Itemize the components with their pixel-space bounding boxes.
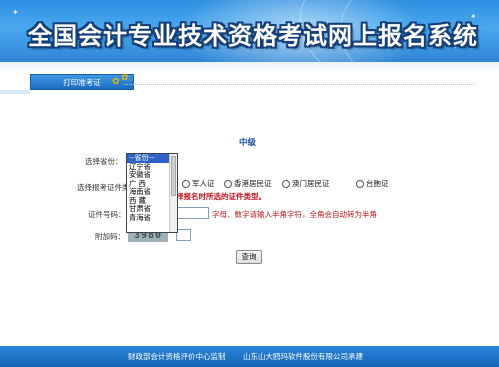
query-button[interactable]: 查询 xyxy=(236,250,262,264)
province-dropdown-list[interactable]: --省份-- 辽宁省 安徽省 广 西 海南省 西 藏 甘肃省 青海省 xyxy=(126,153,178,233)
id-number-hint: 字母、数字请输入半角字符，全角会自动转为半角 xyxy=(212,210,377,219)
radio-button[interactable] xyxy=(282,179,290,188)
divider xyxy=(124,84,474,85)
radio-taiwan-id[interactable]: 台胞证 xyxy=(356,178,389,189)
radio-label: 澳门居民证 xyxy=(292,179,330,188)
system-title: 全国会计专业技术资格考试网上报名系统 xyxy=(28,21,478,50)
radio-label: 香港居民证 xyxy=(234,179,272,188)
radio-macau-id[interactable]: 澳门居民证 xyxy=(282,178,330,189)
sparkle-icon: ✦ xyxy=(12,8,19,17)
radio-button[interactable] xyxy=(182,179,190,188)
footer: 财政部会计资格评价中心监制 山东山大鸥玛软件股份有限公司承建 xyxy=(0,346,499,367)
captcha-input[interactable] xyxy=(176,229,191,241)
nav-strip xyxy=(0,62,499,72)
radio-button[interactable] xyxy=(224,179,232,188)
province-label: 选择省份： xyxy=(85,157,123,166)
id-type-warning: 择报名时所选的证件类型。 xyxy=(176,192,266,201)
star-icon: ✿ xyxy=(121,73,129,83)
exam-level-title: 中级 xyxy=(239,138,257,148)
radio-button[interactable] xyxy=(356,179,364,188)
radio-military-id[interactable]: 军人证 xyxy=(182,178,215,189)
radio-label: 军人证 xyxy=(192,179,215,188)
dropdown-scrollbar[interactable] xyxy=(169,154,177,232)
header-banner: ✦ ✦ ✧ 全国会计专业技术资格考试网上报名系统 xyxy=(0,0,499,62)
id-number-label: 证件号码： xyxy=(88,210,126,219)
radio-hongkong-id[interactable]: 香港居民证 xyxy=(224,178,272,189)
footer-supervisor: 财政部会计资格评价中心监制 xyxy=(128,352,226,361)
scrollbar-thumb[interactable] xyxy=(171,156,176,196)
nav-edge xyxy=(0,90,30,94)
star-icon: ✿ xyxy=(112,77,120,87)
footer-developer: 山东山大鸥玛软件股份有限公司承建 xyxy=(243,352,363,361)
radio-label: 台胞证 xyxy=(366,179,389,188)
captcha-label: 附加码： xyxy=(95,232,125,241)
id-number-input[interactable] xyxy=(176,207,209,219)
